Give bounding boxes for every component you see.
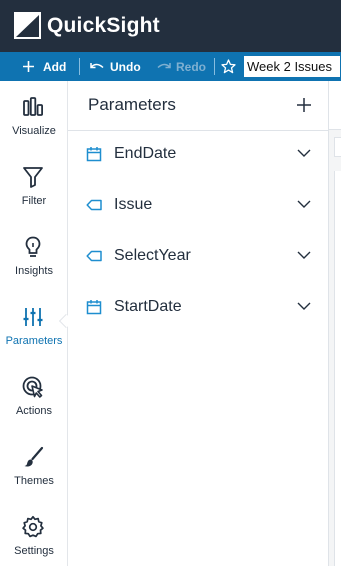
visual-canvas-edge (328, 81, 341, 566)
undo-label: Undo (110, 59, 141, 74)
chevron-down-icon[interactable] (297, 199, 311, 209)
rail-item-insights[interactable]: Insights (0, 221, 68, 285)
star-icon (221, 59, 236, 74)
redo-icon (157, 63, 171, 69)
undo-icon (90, 63, 104, 69)
add-button[interactable]: Add (22, 52, 66, 81)
tag-icon (86, 199, 102, 211)
parameter-item-enddate[interactable]: EndDate (68, 134, 328, 174)
cursor-click-icon (22, 376, 43, 398)
rail-item-settings[interactable]: Settings (0, 501, 68, 565)
rail-item-actions[interactable]: Actions (0, 361, 68, 425)
undo-button[interactable]: Undo (89, 52, 141, 81)
chevron-down-icon[interactable] (297, 148, 311, 158)
gear-icon (22, 515, 44, 538)
quicksight-logo-icon (14, 12, 41, 39)
analysis-title-input[interactable]: Week 2 Issues (243, 55, 341, 78)
favorite-button[interactable] (221, 52, 236, 81)
parameter-item-selectyear[interactable]: SelectYear (68, 236, 328, 276)
plus-icon[interactable] (296, 97, 312, 113)
calendar-icon (86, 300, 102, 315)
calendar-icon (86, 147, 102, 162)
rail-item-label: Settings (14, 545, 54, 557)
toolbar-divider (79, 58, 80, 75)
visual-canvas (334, 171, 341, 566)
plus-icon (23, 61, 34, 72)
app-brand: QuickSight (47, 14, 160, 37)
chevron-down-icon[interactable] (297, 250, 311, 260)
bar-chart-icon (23, 97, 44, 116)
tag-icon (86, 250, 102, 262)
parameter-item-issue[interactable]: Issue (68, 185, 328, 225)
parameter-name: Issue (114, 196, 153, 213)
redo-button[interactable]: Redo (156, 52, 206, 81)
rail-item-filter[interactable]: Filter (0, 151, 68, 215)
redo-label: Redo (176, 59, 206, 74)
parameter-name: StartDate (114, 298, 182, 315)
toolbar-divider (214, 58, 215, 75)
rail-item-label: Visualize (12, 125, 56, 137)
rail-item-themes[interactable]: Themes (0, 431, 68, 495)
app-header: QuickSight (0, 0, 341, 52)
parameters-panel: Parameters EndDate Issue SelectYear Star… (68, 81, 328, 566)
add-label: Add (43, 59, 67, 74)
sliders-icon (23, 308, 43, 326)
chevron-down-icon[interactable] (297, 301, 311, 311)
rail-item-visualize[interactable]: Visualize (0, 81, 68, 145)
parameter-name: EndDate (114, 145, 177, 162)
parameter-item-startdate[interactable]: StartDate (68, 287, 328, 327)
rail-item-label: Insights (15, 265, 53, 277)
rail-item-label: Filter (21, 195, 47, 207)
rail-item-parameters[interactable]: Parameters (0, 291, 68, 355)
sheet-tab-bar (329, 81, 341, 130)
rail-item-label: Parameters (5, 335, 63, 347)
funnel-icon (23, 167, 43, 188)
panel-divider (68, 130, 328, 131)
parameter-name: SelectYear (114, 247, 191, 264)
left-rail: Visualize Filter Insights Parameters Act… (0, 81, 68, 566)
canvas-control (334, 137, 341, 157)
paintbrush-icon (24, 446, 44, 467)
panel-title: Parameters (88, 95, 176, 114)
rail-item-label: Actions (15, 405, 53, 417)
rail-item-label: Themes (14, 475, 54, 487)
lightbulb-icon (25, 236, 41, 257)
